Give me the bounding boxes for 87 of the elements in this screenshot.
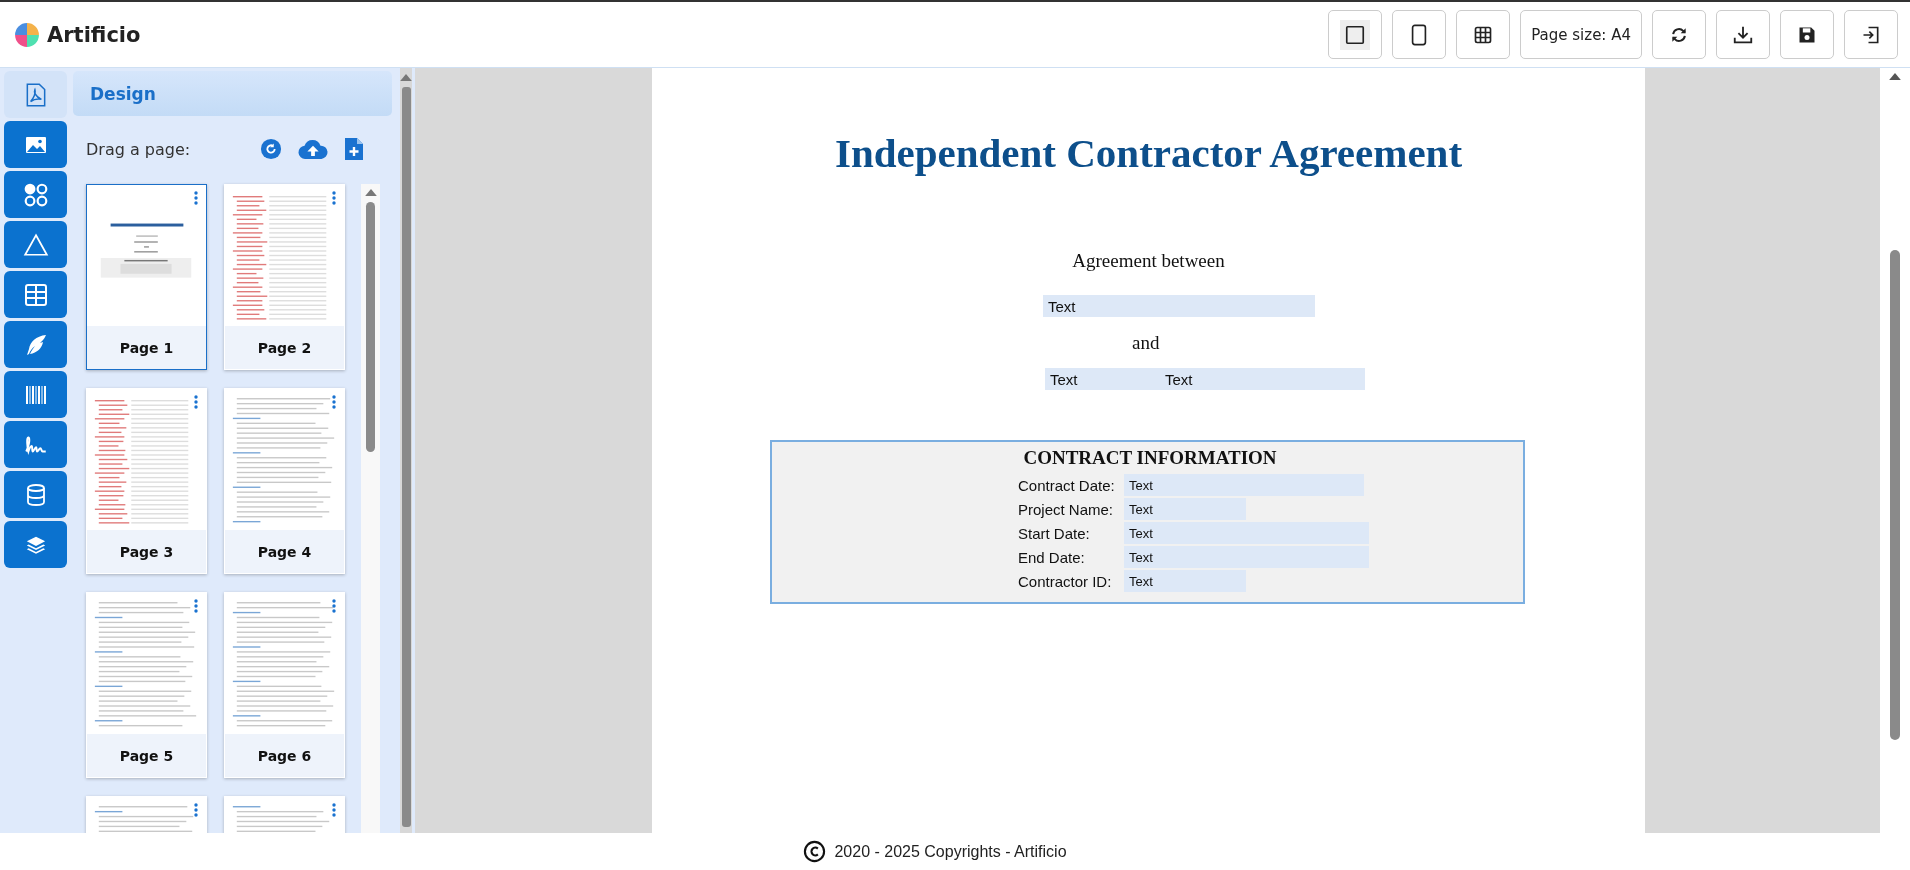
more-button[interactable] — [194, 395, 198, 409]
page-thumbnail[interactable]: Page 6 — [224, 592, 345, 778]
signature-tool-button[interactable] — [4, 421, 67, 468]
shapes-tool-button[interactable] — [4, 171, 67, 218]
add-page-button[interactable] — [344, 137, 365, 161]
more-icon — [194, 191, 198, 205]
and-text: and — [1132, 332, 1161, 354]
exit-icon — [1861, 24, 1881, 45]
more-button[interactable] — [194, 803, 198, 817]
more-button[interactable] — [332, 395, 336, 409]
copyright-text: 2020 - 2025 Copyrights - Artificio — [834, 842, 1067, 861]
scroll-up-icon — [364, 189, 377, 196]
refresh-button[interactable] — [1652, 10, 1706, 59]
square-icon — [1344, 23, 1367, 46]
more-button[interactable] — [332, 599, 336, 613]
scrollbar-thumb[interactable] — [401, 87, 411, 827]
feather-tool-button[interactable] — [4, 321, 67, 368]
text-field[interactable]: Text — [1043, 295, 1315, 317]
contract-info-title: CONTRACT INFORMATION — [1022, 447, 1278, 469]
scrollbar[interactable] — [361, 184, 380, 833]
table-tool-button[interactable] — [4, 271, 67, 318]
more-icon — [194, 395, 198, 409]
more-icon — [194, 803, 198, 817]
page-label: Page 4 — [257, 543, 312, 560]
more-icon — [332, 599, 336, 613]
page-label: Page 5 — [119, 747, 174, 764]
scrollbar-thumb[interactable] — [1890, 250, 1900, 740]
text-field[interactable]: Text — [1124, 522, 1369, 544]
text-field[interactable]: Text — [1124, 474, 1364, 496]
scroll-up-icon — [1889, 73, 1901, 80]
circles-icon — [22, 181, 49, 208]
logo-icon — [14, 21, 40, 48]
page-thumbnail[interactable]: Page 5 — [86, 592, 207, 778]
scroll-up-icon — [400, 74, 412, 81]
drag-label: Drag a page: — [86, 139, 191, 159]
more-button[interactable] — [332, 191, 336, 205]
save-button[interactable] — [1780, 10, 1834, 59]
download-button[interactable] — [1716, 10, 1770, 59]
text-field[interactable]: Text — [1124, 546, 1369, 568]
field-label: End Date: — [1018, 548, 1086, 566]
more-icon — [332, 191, 336, 205]
more-icon — [332, 803, 336, 817]
barcode-tool-button[interactable] — [4, 371, 67, 418]
app-name: Artificio — [47, 22, 141, 47]
grid-button[interactable] — [1456, 10, 1511, 59]
grid-icon — [1473, 24, 1494, 45]
more-button[interactable] — [194, 599, 198, 613]
text-field[interactable]: Text — [1124, 570, 1246, 592]
more-button[interactable] — [332, 803, 336, 817]
copyright-icon — [803, 840, 827, 863]
field-label: Contractor ID: — [1018, 572, 1113, 590]
field-label: Project Name: — [1018, 500, 1115, 518]
scrollbar-thumb[interactable] — [366, 202, 375, 452]
layers-tool-button[interactable] — [4, 521, 67, 568]
more-button[interactable] — [194, 191, 198, 205]
page-label: Page 6 — [257, 747, 312, 764]
panel-header: Design — [73, 71, 392, 116]
cloud-upload-icon — [298, 138, 329, 160]
page-label: Page 2 — [257, 339, 312, 356]
field-label: Contract Date: — [1018, 476, 1116, 494]
page-thumbnail[interactable]: Page 3 — [86, 388, 207, 574]
add-page-icon — [344, 137, 365, 161]
more-icon — [194, 599, 198, 613]
refresh-icon — [260, 138, 283, 160]
more-icon — [332, 395, 336, 409]
page-thumbnail[interactable]: Page 4 — [224, 388, 345, 574]
text-field[interactable]: Text — [1124, 498, 1246, 520]
document-title: Independent Contractor Agreement — [833, 129, 1464, 177]
image-tool-button[interactable] — [4, 121, 67, 168]
page-label: Page 3 — [119, 543, 174, 560]
database-tool-button[interactable] — [4, 471, 67, 518]
agreement-between-text: Agreement between — [1071, 250, 1226, 272]
scrollbar[interactable] — [400, 68, 412, 833]
pdf-tool-button[interactable] — [4, 71, 67, 118]
page-thumbnail[interactable]: Page 1 — [86, 184, 207, 370]
exit-button[interactable] — [1844, 10, 1898, 59]
table-icon — [23, 282, 48, 307]
portrait-button[interactable] — [1392, 10, 1447, 59]
page-thumbnail[interactable]: Page 2 — [224, 184, 345, 370]
field-label: Start Date: — [1018, 524, 1091, 542]
page-label: Page 1 — [119, 339, 174, 356]
triangle-tool-button[interactable] — [4, 221, 67, 268]
refresh-button[interactable] — [260, 138, 283, 160]
triangle-icon — [22, 231, 49, 258]
square-button[interactable] — [1328, 10, 1383, 59]
page-size-button[interactable]: Page size: A4 — [1520, 10, 1642, 59]
upload-button[interactable] — [298, 138, 329, 160]
